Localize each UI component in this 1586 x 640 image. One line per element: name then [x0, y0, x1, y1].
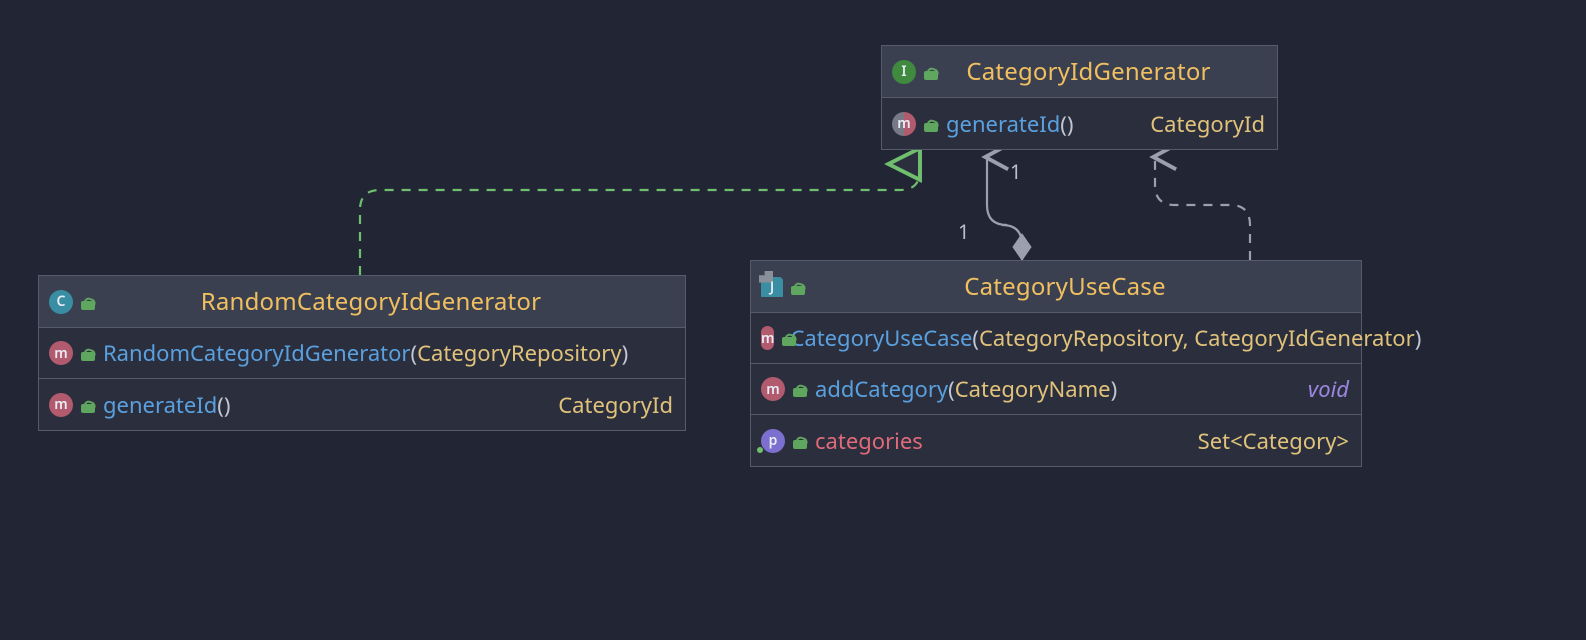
paren: ) — [1067, 109, 1074, 139]
paren: ) — [224, 390, 231, 420]
member-return: CategoryId — [1150, 109, 1265, 139]
class-box-interface[interactable]: I CategoryIdGenerator m generateId ( ) C… — [881, 45, 1278, 150]
member-row[interactable]: m addCategory ( CategoryName ) void — [751, 364, 1361, 415]
paren: ) — [1415, 323, 1422, 353]
lock-icon — [793, 433, 807, 449]
paren: ( — [217, 390, 224, 420]
lock-icon — [81, 294, 95, 310]
method-icon: m — [49, 341, 73, 365]
member-return: Set<Category> — [1198, 426, 1349, 456]
member-name: generateId — [946, 109, 1060, 139]
member-row[interactable]: m generateId ( ) CategoryId — [882, 98, 1277, 149]
class-box-usecase[interactable]: J CategoryUseCase m CategoryUseCase ( Ca… — [750, 260, 1362, 467]
lock-icon — [791, 279, 805, 295]
paren: ( — [948, 374, 955, 404]
class-title: RandomCategoryIdGenerator — [109, 285, 633, 318]
member-name: CategoryUseCase — [790, 323, 972, 353]
edge-realization — [360, 164, 920, 275]
lock-icon — [924, 116, 938, 132]
class-icon: C — [49, 290, 73, 314]
class-header[interactable]: J CategoryUseCase — [751, 261, 1361, 313]
interface-icon: I — [892, 60, 916, 84]
lock-icon — [81, 397, 95, 413]
member-row[interactable]: m RandomCategoryIdGenerator ( CategoryRe… — [39, 328, 685, 379]
member-name: categories — [815, 426, 923, 456]
paren: ( — [972, 323, 979, 353]
method-icon: m — [761, 377, 785, 401]
method-icon: m — [761, 326, 774, 350]
uml-canvas: 1 1 I CategoryIdGenerator m generateId (… — [0, 0, 1586, 640]
lock-icon — [793, 381, 807, 397]
member-params: CategoryName — [955, 374, 1111, 404]
member-params: CategoryRepository, CategoryIdGenerator — [979, 323, 1415, 353]
multiplicity-top: 1 — [1010, 158, 1021, 185]
member-return: CategoryId — [558, 390, 673, 420]
paren: ) — [1111, 374, 1118, 404]
method-icon: m — [49, 393, 73, 417]
method-abstract-icon: m — [892, 112, 916, 136]
class-header[interactable]: I CategoryIdGenerator — [882, 46, 1277, 98]
lock-icon — [81, 345, 95, 361]
multiplicity-bottom: 1 — [958, 218, 969, 245]
edge-dependency — [1155, 157, 1250, 260]
paren: ( — [411, 338, 418, 368]
paren: ) — [622, 338, 629, 368]
member-row[interactable]: m generateId ( ) CategoryId — [39, 379, 685, 430]
member-row[interactable]: m CategoryUseCase ( CategoryRepository, … — [751, 313, 1361, 364]
class-title: CategoryIdGenerator — [952, 55, 1225, 88]
property-icon: p — [761, 429, 785, 453]
class-title: CategoryUseCase — [821, 270, 1309, 303]
aggregation-diamond — [1013, 234, 1031, 260]
member-name: generateId — [103, 390, 217, 420]
member-name: addCategory — [815, 374, 948, 404]
class-box-random[interactable]: C RandomCategoryIdGenerator m RandomCate… — [38, 275, 686, 431]
class-header[interactable]: C RandomCategoryIdGenerator — [39, 276, 685, 328]
member-return: void — [1308, 374, 1349, 404]
member-name: RandomCategoryIdGenerator — [103, 338, 411, 368]
lock-icon — [924, 64, 938, 80]
java-file-icon: J — [761, 277, 783, 297]
member-params: CategoryRepository — [417, 338, 621, 368]
paren: ( — [1060, 109, 1067, 139]
member-row[interactable]: p categories Set<Category> — [751, 415, 1361, 466]
